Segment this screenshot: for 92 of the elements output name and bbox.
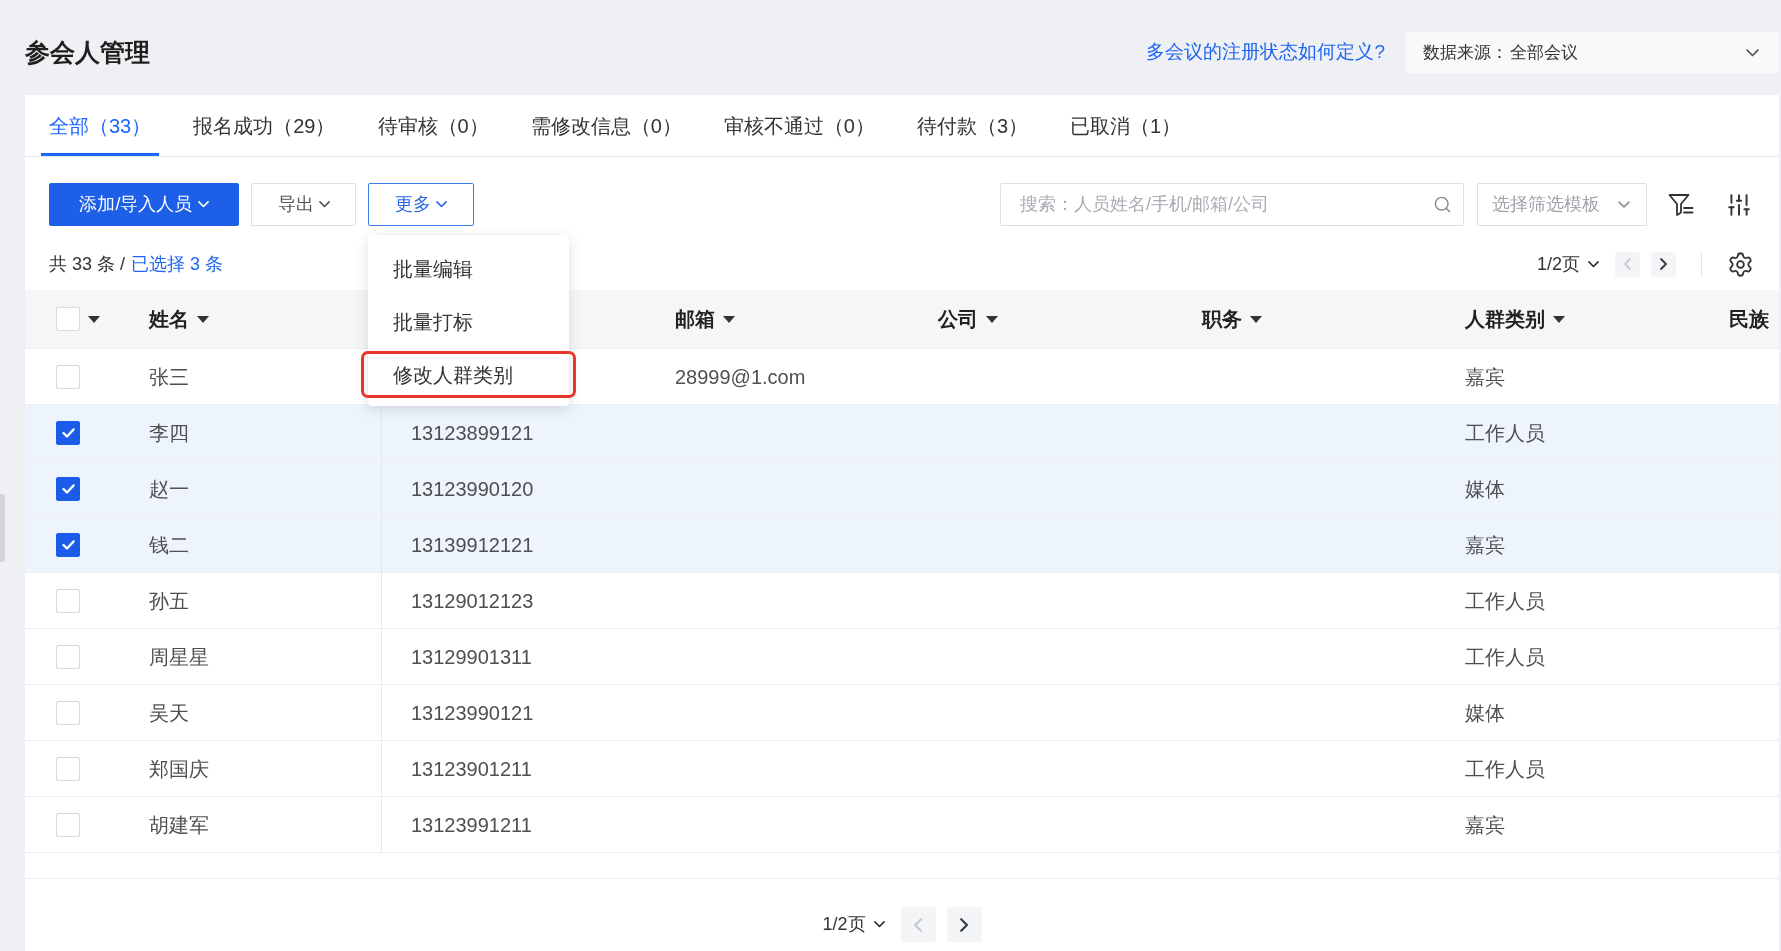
table-cell-text: 胡建军 xyxy=(149,812,209,838)
tab[interactable]: 待付款（3） xyxy=(908,95,1036,156)
filter-icon[interactable] xyxy=(1668,192,1694,217)
menu-item[interactable]: 批量打标 xyxy=(368,295,569,348)
page-select[interactable]: 1/2页 xyxy=(822,911,885,938)
table-row[interactable]: 孙五 13129012123 工作人员 xyxy=(25,573,1779,629)
table-cell-text: 13123901211 xyxy=(411,756,532,782)
column-header[interactable]: 职务 xyxy=(1202,304,1262,334)
chevron-down-icon xyxy=(1618,201,1630,208)
table-cell-text: 嘉宾 xyxy=(1465,812,1505,838)
table-cell-text: 13123990120 xyxy=(411,476,534,502)
caret-icon xyxy=(986,315,998,323)
table-cell-text: 工作人员 xyxy=(1465,420,1545,446)
chevron-down-icon xyxy=(1746,48,1759,57)
table-row[interactable]: 吴天 13123990121 媒体 xyxy=(25,685,1779,741)
column-header[interactable]: 公司 xyxy=(938,304,998,334)
page-title: 参会人管理 xyxy=(25,36,150,68)
table-cell-text: 吴天 xyxy=(149,700,189,726)
total-count: 共 33 条 / xyxy=(49,252,126,276)
table-cell-text: 周星星 xyxy=(149,644,209,670)
menu-item[interactable]: 修改人群类别 xyxy=(361,351,576,398)
check-icon xyxy=(61,539,75,550)
chevron-left-icon xyxy=(913,917,923,932)
settings-icon[interactable] xyxy=(1727,250,1754,278)
table-cell-text: 13123899121 xyxy=(411,420,534,446)
table-cell-text: 嘉宾 xyxy=(1465,532,1505,558)
table-cell-text: 李四 xyxy=(149,420,189,446)
chevron-down-icon xyxy=(318,201,330,208)
table-cell-text: 13129901311 xyxy=(411,644,532,670)
table-cell-text: 13139912121 xyxy=(411,532,534,558)
caret-icon xyxy=(88,315,100,323)
table-cell-text: 孙五 xyxy=(149,588,189,614)
search-icon xyxy=(1433,195,1452,214)
tab[interactable]: 审核不通过（0） xyxy=(715,95,883,156)
toolbar-button[interactable]: 导出 xyxy=(251,183,356,226)
tab[interactable]: 需修改信息（0） xyxy=(522,95,690,156)
caret-icon xyxy=(723,315,735,323)
chevron-down-icon xyxy=(197,201,209,208)
table-cell-text: 13123991211 xyxy=(411,812,532,838)
table-cell-text: 钱二 xyxy=(149,532,189,558)
data-source-select[interactable]: 数据来源：全部会议 xyxy=(1406,32,1779,73)
table-row[interactable]: 赵一 13123990120 媒体 xyxy=(25,461,1779,517)
column-header[interactable]: 姓名 xyxy=(149,304,209,334)
table-cell-text: 工作人员 xyxy=(1465,756,1545,782)
next-page-button[interactable] xyxy=(946,907,982,942)
table-cell-text: 13123990121 xyxy=(411,700,534,726)
table-cell-text: 媒体 xyxy=(1465,700,1505,726)
column-header[interactable]: 邮箱 xyxy=(675,304,735,334)
caret-icon xyxy=(1553,315,1565,323)
menu-item[interactable]: 批量编辑 xyxy=(368,242,569,295)
table-row[interactable]: 郑国庆 13123901211 工作人员 xyxy=(25,741,1779,797)
caret-icon xyxy=(197,315,209,323)
table-cell-text: 赵一 xyxy=(149,476,189,502)
chevron-right-icon xyxy=(1660,258,1667,270)
help-link[interactable]: 多会议的注册状态如何定义? xyxy=(1146,38,1385,67)
checkbox[interactable] xyxy=(56,476,80,501)
chevron-down-icon xyxy=(873,921,885,928)
table-cell-text: 工作人员 xyxy=(1465,588,1545,614)
chevron-down-icon xyxy=(436,201,447,208)
caret-icon xyxy=(1250,315,1262,323)
page-select[interactable]: 1/2页 xyxy=(1536,250,1599,278)
tab[interactable]: 全部（33） xyxy=(41,95,160,156)
check-icon xyxy=(61,483,75,494)
table-row[interactable]: 李四 13123899121 工作人员 xyxy=(25,405,1779,461)
next-page-button[interactable] xyxy=(1651,251,1676,277)
check-icon xyxy=(61,427,75,438)
table-cell-text: 郑国庆 xyxy=(149,756,209,782)
table-cell-text: 张三 xyxy=(149,364,189,390)
table-cell-text: 媒体 xyxy=(1465,476,1505,502)
table-cell-text: 28999@1.com xyxy=(675,364,806,390)
checkbox[interactable] xyxy=(56,532,80,557)
table-cell-text: 13129012123 xyxy=(411,588,534,614)
table-row[interactable]: 钱二 13139912121 嘉宾 xyxy=(25,517,1779,573)
tab[interactable]: 待审核（0） xyxy=(369,95,497,156)
table-row[interactable]: 胡建军 13123991211 嘉宾 xyxy=(25,797,1779,853)
chevron-right-icon xyxy=(959,917,969,932)
chevron-down-icon xyxy=(1588,260,1599,268)
toolbar-button[interactable]: 更多 xyxy=(368,183,474,226)
tab[interactable]: 已取消（1） xyxy=(1062,95,1190,156)
toolbar-button[interactable]: 添加/导入人员 xyxy=(49,183,239,226)
table-cell-text: 工作人员 xyxy=(1465,644,1545,670)
tab[interactable]: 报名成功（29） xyxy=(185,95,344,156)
checkbox[interactable] xyxy=(56,420,80,445)
search-field[interactable]: 搜索：人员姓名/手机/邮箱/公司 xyxy=(1000,183,1464,226)
sliders-icon[interactable] xyxy=(1726,191,1752,218)
selected-count[interactable]: 已选择 3 条 xyxy=(131,250,224,278)
panel-handle[interactable] xyxy=(0,494,5,562)
column-header[interactable]: 人群类别 xyxy=(1465,304,1565,334)
table-cell-text: 嘉宾 xyxy=(1465,364,1505,390)
column-header[interactable]: 民族 xyxy=(1729,304,1769,334)
table-row[interactable]: 周星星 13129901311 工作人员 xyxy=(25,629,1779,685)
chevron-left-icon xyxy=(1624,258,1631,270)
